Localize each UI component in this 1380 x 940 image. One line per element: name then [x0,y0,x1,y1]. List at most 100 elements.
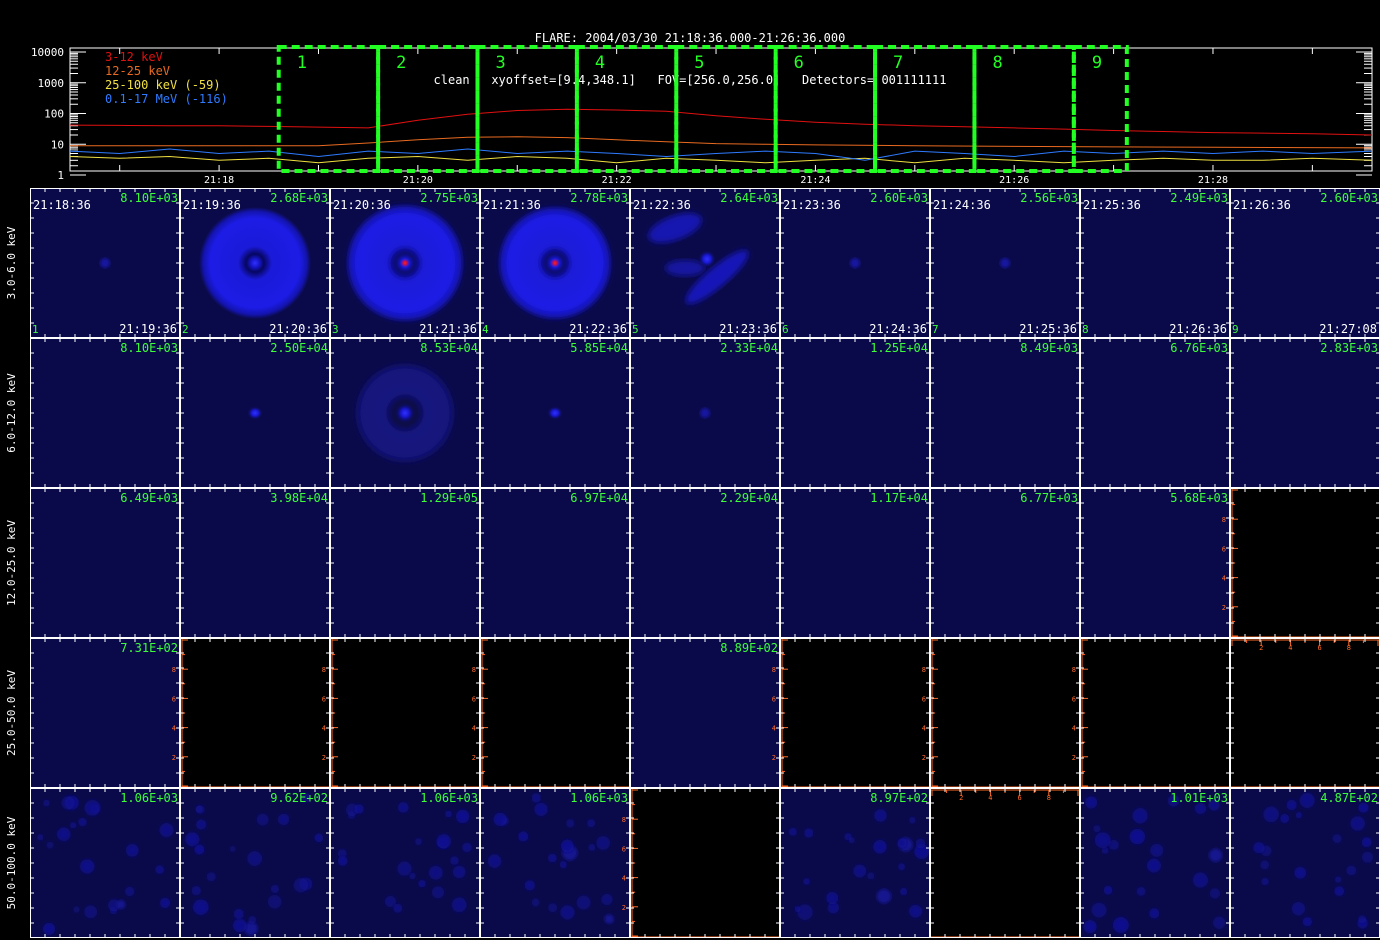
noise-speck [247,851,263,866]
panel-max-label: 2.60E+03 [870,191,928,205]
panel-max-label: 5.85E+04 [570,341,628,355]
noise-speck [1094,832,1111,849]
noise-speck [1334,886,1345,896]
noise-speck [125,844,139,857]
noise-speck [456,809,470,824]
noise-speck [867,872,875,880]
source-peak [400,258,410,268]
panel-max-label: 2.50E+04 [270,341,328,355]
panel-index: 3 [332,323,339,336]
empty-panel [180,638,330,788]
row-energy-label: 6.0-12.0 keV [5,373,18,453]
empty-axis-tick-label: 2 [1222,604,1226,612]
image-panel: 8.97E+02 [780,788,930,938]
panel-index: 8 [1082,323,1089,336]
noise-speck [418,879,426,888]
image-panel: 1.06E+03 [330,788,480,938]
panel-background [330,488,480,638]
noise-speck [898,863,905,871]
image-panel: 3.98E+04 [180,488,330,638]
panel-end-time: 21:25:36 [1019,322,1077,336]
image-panel: 2.29E+04 [630,488,780,638]
source-core [1000,258,1010,268]
image-panel: 1.29E+05 [330,488,480,638]
panel-max-label: 2.64E+03 [720,191,778,205]
image-panel: 2 4 6 8 [322,638,480,788]
panel-end-time: 21:20:36 [269,322,327,336]
image-panel: 8.89E+02 [630,638,780,788]
noise-speck [84,905,98,919]
noise-speck [1361,837,1372,848]
empty-panel [1230,638,1380,788]
noise-speck [909,904,923,918]
image-panel: 2.83E+03 [1230,338,1380,488]
noise-speck [548,853,557,863]
panel-start-time: 21:24:36 [933,198,991,212]
noise-speck [548,903,558,913]
image-panel: 2 4 6 8 [922,638,1080,788]
panel-max-label: 1.29E+05 [420,491,478,505]
noise-speck [267,894,282,909]
noise-speck [1295,812,1302,819]
panel-background [630,638,780,788]
row-energy-label: 12.0-25.0 keV [5,520,18,606]
noise-speck [185,832,200,847]
noise-speck [450,856,459,865]
empty-panel [1230,488,1380,638]
noise-speck [1132,808,1148,824]
noise-speck [1358,915,1367,924]
image-panel: 8.49E+03 [930,338,1080,488]
panel-max-label: 1.06E+03 [420,791,478,805]
empty-axis-tick-label: 8 [172,666,176,674]
panel-background [780,338,930,488]
noise-speck [233,918,247,933]
panel-background [1230,338,1380,488]
noise-speck [397,802,409,813]
panel-background [30,788,180,938]
noise-speck [604,914,614,924]
empty-axis-tick-label: 4 [1222,575,1226,583]
image-panel: 2.56E+03 21:24:36 21:25:36 7 [930,188,1080,338]
empty-axis-tick-label: 8 [922,666,926,674]
image-panel: 2.33E+04 [630,338,780,488]
empty-axis-tick-label: 8 [772,666,776,674]
row-energy-label: 25.0-50.0 keV [5,670,18,756]
noise-speck [915,838,926,849]
empty-axis-tick-label: 2 [622,904,626,912]
empty-panel [480,638,630,788]
noise-speck [1112,917,1129,933]
noise-speck [248,915,257,924]
panel-index: 9 [1232,323,1239,336]
noise-speck [909,816,916,824]
empty-axis-tick-label: 2 [172,754,176,762]
empty-axis-tick-label: 2 [472,754,476,762]
panel-end-time: 21:23:36 [719,322,777,336]
image-panel: 2.68E+03 21:19:36 21:20:36 2 [180,188,330,338]
image-panel: 2.49E+03 21:25:36 21:26:36 8 [1080,188,1230,338]
empty-axis-tick-label: 4 [322,725,326,733]
panel-background [30,638,180,788]
panel-max-label: 6.77E+03 [1020,491,1078,505]
panel-background [930,338,1080,488]
panel-start-time: 21:19:36 [183,198,241,212]
noise-speck [73,906,80,913]
panel-background [630,488,780,638]
image-panel: 8.10E+03 [30,338,180,488]
noise-speck [1302,917,1312,927]
panel-index: 6 [782,323,789,336]
noise-speck [601,893,613,906]
empty-axis-tick-label: 4 [922,725,926,733]
empty-panel [930,638,1080,788]
panel-max-label: 8.89E+02 [720,641,778,655]
noise-speck [1263,806,1279,823]
noise-speck [1209,888,1221,899]
panel-max-label: 8.97E+02 [870,791,928,805]
noise-speck [1146,858,1161,873]
noise-speck [1350,816,1365,831]
noise-speck [431,886,445,899]
noise-speck [196,819,207,830]
panel-end-time: 21:24:36 [869,322,927,336]
panel-max-label: 4.87E+02 [1320,791,1378,805]
noise-speck [191,885,201,896]
noise-speck [277,813,290,826]
